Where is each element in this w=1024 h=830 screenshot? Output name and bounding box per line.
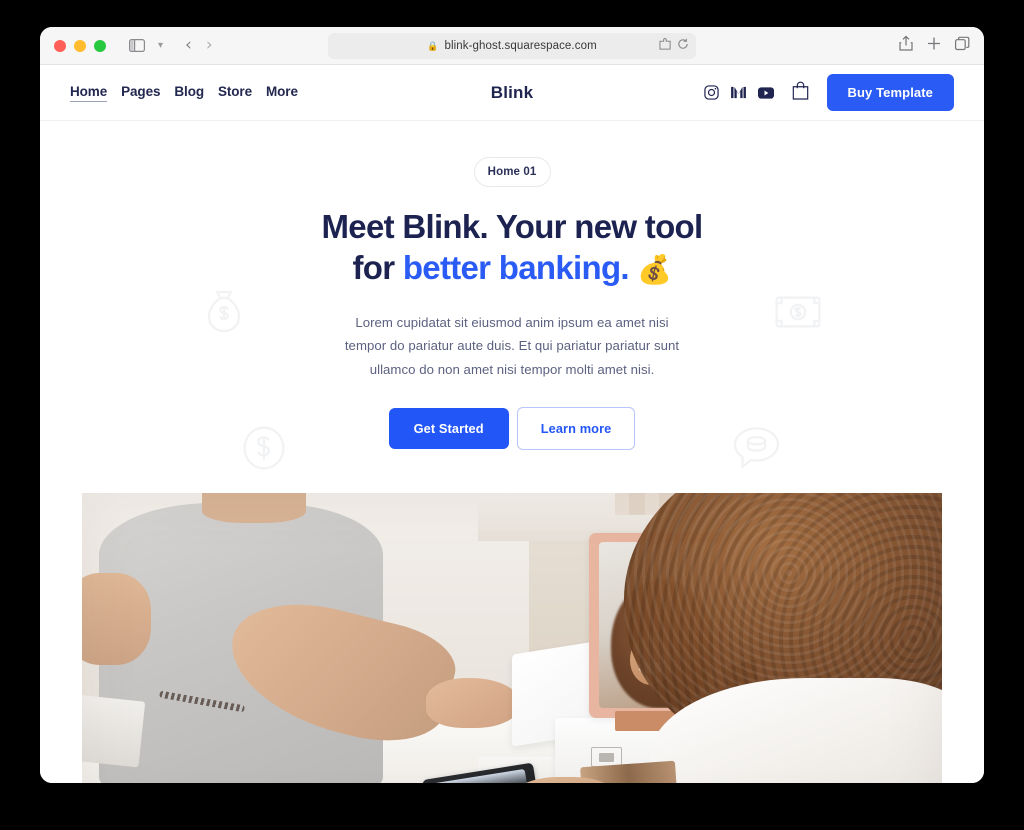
address-bar-url: blink-ghost.squarespace.com xyxy=(444,40,597,52)
puzzle-extension-icon[interactable] xyxy=(659,37,672,55)
address-bar-actions xyxy=(659,37,689,55)
shopping-bag-icon[interactable] xyxy=(792,81,809,105)
hero-headline-accent: better banking. xyxy=(402,248,630,286)
hero-photo xyxy=(82,493,942,783)
instagram-icon[interactable] xyxy=(703,85,719,100)
tab-overview-icon[interactable] xyxy=(955,36,970,55)
address-bar[interactable]: 🔒 blink-ghost.squarespace.com xyxy=(328,33,696,59)
banknote-icon xyxy=(775,296,821,333)
hero-cta-row: Get Started Learn more xyxy=(40,407,984,451)
nav-item-home[interactable]: Home xyxy=(70,84,107,102)
close-window-button[interactable] xyxy=(54,39,66,52)
get-started-button[interactable]: Get Started xyxy=(388,408,509,450)
browser-titlebar: ▾ ‹ › 🔒 blink-ghost.squarespace.com xyxy=(40,27,984,65)
learn-more-button[interactable]: Learn more xyxy=(516,407,636,451)
back-button[interactable]: ‹ xyxy=(185,37,192,54)
site-navigation: Home Pages Blog Store More Blink Buy Tem… xyxy=(40,65,984,121)
nav-item-more[interactable]: More xyxy=(266,84,298,101)
hero-photo-scene xyxy=(82,493,942,783)
money-bag-icon xyxy=(206,289,242,339)
nav-item-blog[interactable]: Blog xyxy=(174,84,204,101)
hero-headline-line2-prefix: for xyxy=(352,248,403,286)
medium-icon[interactable] xyxy=(730,86,746,99)
hero-headline-line1: Meet Blink. Your new tool xyxy=(321,208,704,245)
site-logo[interactable]: Blink xyxy=(491,83,534,103)
lock-icon: 🔒 xyxy=(427,40,439,51)
reload-icon[interactable] xyxy=(677,37,689,55)
nav-item-store[interactable]: Store xyxy=(218,84,252,101)
youtube-icon[interactable] xyxy=(757,86,774,99)
plus-icon[interactable] xyxy=(927,36,941,55)
zoom-window-button[interactable] xyxy=(94,39,106,52)
nav-right-cluster: Buy Template xyxy=(703,74,954,111)
hero-paragraph: Lorem cupidatat sit eiusmod anim ipsum e… xyxy=(344,314,680,377)
minimize-window-button[interactable] xyxy=(74,39,86,52)
photo-vignette xyxy=(82,493,942,783)
chevron-down-icon[interactable]: ▾ xyxy=(158,40,163,51)
titlebar-right-controls xyxy=(899,35,970,56)
screenshot-stage: ▾ ‹ › 🔒 blink-ghost.squarespace.com Home… xyxy=(0,0,1024,830)
titlebar-left-controls: ▾ ‹ › xyxy=(126,35,213,57)
sidebar-toggle-icon[interactable] xyxy=(126,35,148,57)
window-controls xyxy=(54,39,106,52)
hero-section: Home 01 Meet Blink. Your new tool for be… xyxy=(40,121,984,783)
buy-template-button[interactable]: Buy Template xyxy=(826,74,954,111)
share-icon[interactable] xyxy=(899,35,913,56)
hero-headline: Meet Blink. Your new tool for better ban… xyxy=(40,207,984,289)
primary-nav-links: Home Pages Blog Store More xyxy=(70,84,298,102)
nav-item-pages[interactable]: Pages xyxy=(121,84,160,101)
home-badge: Home 01 xyxy=(473,157,551,187)
history-navigation: ‹ › xyxy=(185,37,213,54)
browser-window: ▾ ‹ › 🔒 blink-ghost.squarespace.com Home… xyxy=(40,27,984,783)
money-bag-emoji: 💰 xyxy=(637,252,672,286)
forward-button[interactable]: › xyxy=(206,37,213,54)
